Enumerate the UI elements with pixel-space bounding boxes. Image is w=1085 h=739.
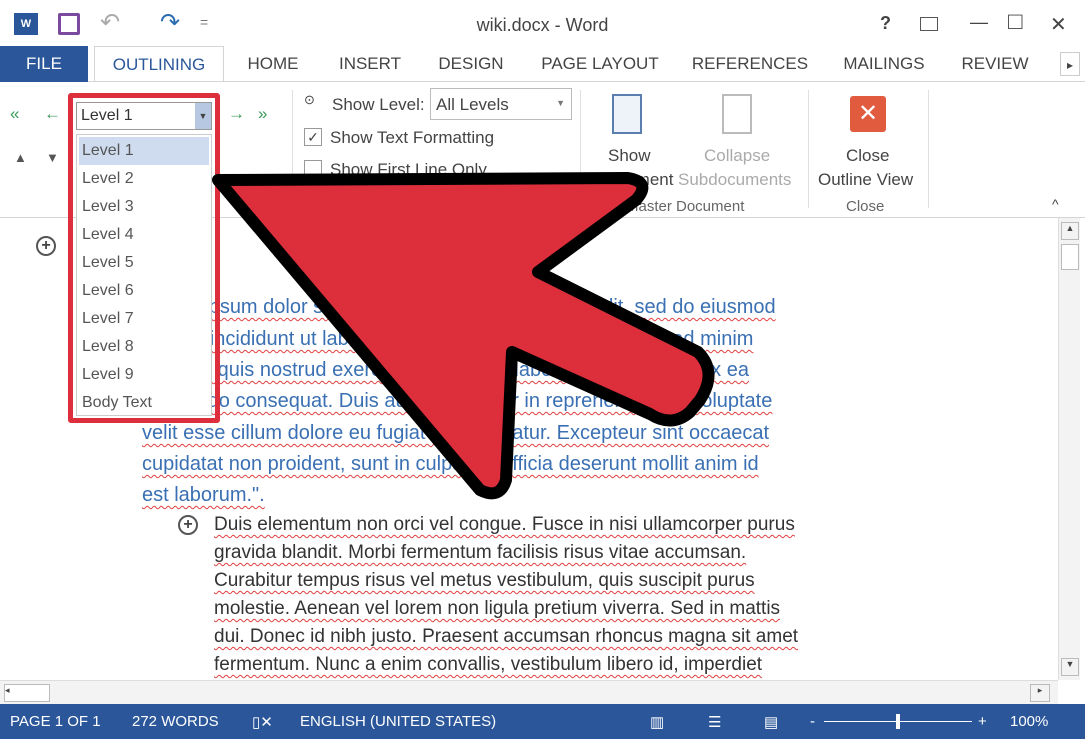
red-arrow-annotation [212,172,715,500]
red-arrow-icon [212,172,715,500]
